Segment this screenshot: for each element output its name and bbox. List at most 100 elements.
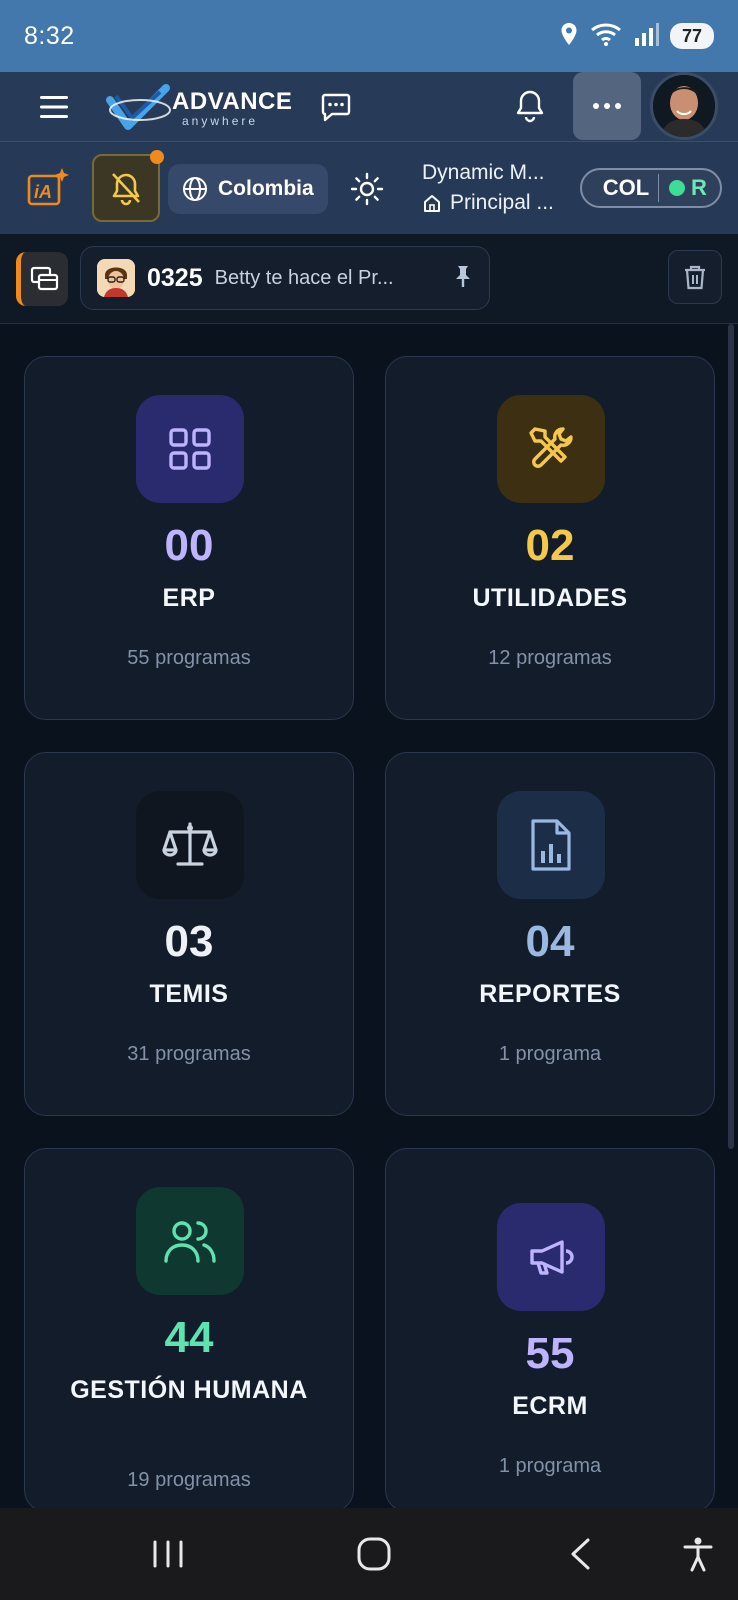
module-card-erp[interactable]: 00 ERP 55 programas: [24, 356, 354, 720]
module-code: 04: [525, 917, 575, 966]
avatar: [653, 75, 715, 137]
mute-alerts-button[interactable]: [92, 150, 164, 222]
chat-button[interactable]: [316, 88, 356, 126]
module-icon-box: [497, 395, 605, 503]
home-icon: [424, 195, 440, 212]
notifications-button[interactable]: [510, 86, 550, 126]
module-name: TEMIS: [149, 980, 229, 1008]
module-icon-box: [136, 395, 244, 503]
app-logo: ADVANCE anywhere: [106, 82, 292, 134]
country-label: Colombia: [218, 177, 314, 200]
open-tabs-bar: 0325 Betty te hace el Pr...: [0, 234, 738, 324]
module-code: 02: [525, 521, 575, 570]
module-program-count: 12 programas: [488, 647, 612, 669]
home-nav-icon: [357, 1537, 391, 1571]
scale-icon: [162, 822, 218, 866]
module-name: ECRM: [512, 1392, 588, 1420]
module-icon-box: [136, 1187, 244, 1295]
module-icon-box: [497, 791, 605, 899]
tools-icon: [529, 427, 573, 468]
branch-row: Principal ...: [422, 188, 562, 218]
chat-icon: [321, 93, 351, 122]
theme-toggle[interactable]: [348, 170, 386, 208]
ia-button[interactable]: iA: [26, 166, 72, 210]
ia-icon: iA: [27, 168, 69, 206]
module-code: 03: [164, 917, 214, 966]
svg-text:iA: iA: [34, 182, 52, 202]
module-card-ecrm[interactable]: 55 ECRM 1 programa: [385, 1148, 715, 1508]
menu-button[interactable]: [34, 90, 74, 124]
module-program-count: 19 programas: [127, 1469, 251, 1491]
user-avatar[interactable]: [650, 72, 718, 140]
module-program-count: 1 programa: [498, 1043, 602, 1065]
environment-status-dot: [669, 180, 685, 196]
recent-apps-button[interactable]: [140, 1528, 196, 1580]
system-navigation-bar: [0, 1508, 738, 1600]
more-icon: [593, 103, 621, 109]
company-name: Dynamic M...: [422, 161, 545, 184]
recent-apps-icon: [153, 1540, 183, 1568]
module-name: GESTIÓN HUMANA: [70, 1376, 308, 1404]
environment-divider: [658, 174, 659, 202]
module-card-gestion-humana[interactable]: 44 GESTIÓN HUMANA 19 programas: [24, 1148, 354, 1508]
logo-subtext: anywhere: [182, 114, 259, 128]
context-bar: iA Colombia Dynamic M... Principal ... C…: [0, 142, 738, 234]
module-code: 55: [525, 1329, 575, 1378]
menu-icon: [40, 96, 68, 118]
more-button[interactable]: [573, 72, 641, 140]
module-name: UTILIDADES: [472, 584, 628, 612]
delete-tabs-button[interactable]: [668, 250, 722, 304]
accessibility-icon: [683, 1537, 713, 1572]
logo-mark: [106, 84, 171, 130]
signal-icon: [634, 22, 660, 51]
home-nav-button[interactable]: [346, 1528, 402, 1580]
open-tab[interactable]: 0325 Betty te hace el Pr...: [80, 246, 490, 310]
tab-title: Betty te hace el Pr...: [214, 266, 394, 289]
wifi-icon: [590, 21, 624, 52]
accessibility-button[interactable]: [670, 1528, 726, 1580]
logo-text: ADVANCE: [172, 88, 293, 115]
module-code: 00: [164, 521, 214, 570]
scrollbar[interactable]: [728, 324, 734, 1149]
module-card-utilidades[interactable]: 02 UTILIDADES 12 programas: [385, 356, 715, 720]
module-program-count: 31 programas: [127, 1043, 251, 1065]
bell-icon: [516, 90, 544, 123]
pin-icon[interactable]: [453, 264, 473, 293]
tab-code: 0325: [147, 263, 203, 292]
module-card-temis[interactable]: 03 TEMIS 31 programas: [24, 752, 354, 1116]
alert-badge-dot: [150, 150, 164, 164]
module-card-reportes[interactable]: 04 REPORTES 1 programa: [385, 752, 715, 1116]
status-time: 8:32: [24, 21, 75, 50]
sun-icon: [350, 172, 384, 206]
globe-icon: [183, 177, 207, 201]
module-name: REPORTES: [479, 980, 621, 1008]
environment-code: COL: [602, 175, 650, 200]
module-program-count: 1 programa: [498, 1455, 602, 1477]
module-icon-box: [497, 1203, 605, 1311]
tab-avatar: [97, 259, 135, 297]
bell-off-icon: [112, 173, 140, 206]
module-icon-box: [136, 791, 244, 899]
tabs-toggle-button[interactable]: [16, 252, 68, 306]
app-header: ADVANCE anywhere: [0, 72, 738, 142]
module-code: 44: [164, 1313, 214, 1362]
module-name: ERP: [162, 584, 216, 612]
users-icon: [164, 1221, 216, 1263]
windows-icon: [30, 266, 58, 291]
battery-indicator: 77: [670, 23, 714, 49]
grid-icon: [169, 428, 211, 470]
branch-name: Principal ...: [450, 191, 554, 214]
status-bar: 8:32 77: [0, 0, 738, 72]
back-button[interactable]: [552, 1528, 608, 1580]
environment-pill[interactable]: COL R: [580, 168, 722, 208]
megaphone-icon: [530, 1240, 574, 1275]
status-icons: 77: [558, 21, 714, 52]
environment-mode: R: [691, 175, 707, 200]
module-program-count: 55 programas: [127, 647, 251, 669]
report-icon: [531, 819, 571, 871]
modules-grid: 00 ERP 55 programas 02 UTILIDADES 12 pro…: [0, 324, 738, 1508]
country-selector[interactable]: Colombia: [168, 164, 328, 214]
company-selector[interactable]: Dynamic M... Principal ...: [422, 158, 562, 218]
trash-icon: [685, 265, 705, 290]
location-icon: [558, 22, 580, 51]
